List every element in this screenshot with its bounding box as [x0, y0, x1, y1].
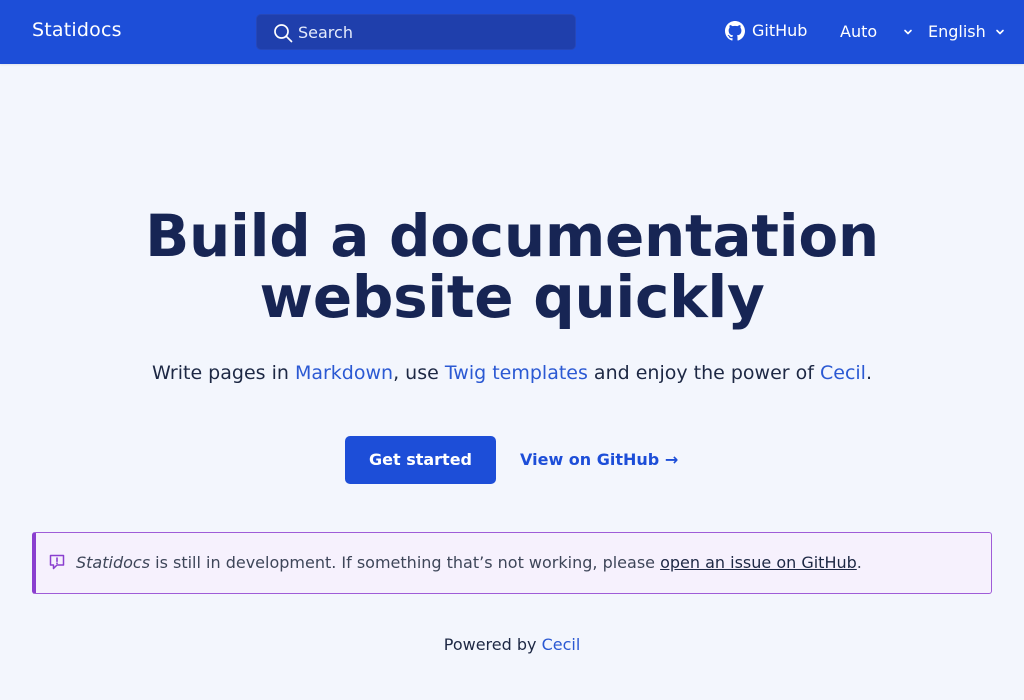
notice-product-name: Statidocs	[76, 553, 151, 572]
markdown-link[interactable]: Markdown	[295, 362, 393, 384]
footer-text: Powered by	[443, 635, 542, 654]
alert-message-icon	[49, 554, 65, 570]
github-icon	[725, 21, 745, 41]
language-select-value: English	[928, 22, 986, 41]
theme-select[interactable]: Auto	[840, 21, 916, 43]
search-input[interactable]	[298, 15, 568, 49]
development-notice: Statidocs is still in development. If so…	[32, 532, 992, 594]
tagline-text: .	[865, 362, 872, 384]
notice-text: Statidocs is still in development. If so…	[76, 553, 862, 572]
hero-tagline: Write pages in Markdown, use Twig templa…	[0, 362, 1024, 384]
tagline-text: , use	[393, 362, 445, 384]
language-select[interactable]: English	[928, 21, 1008, 43]
hero-title-line-2: website quickly	[259, 263, 765, 331]
brand-link[interactable]: Statidocs	[32, 19, 122, 41]
footer-cecil-link[interactable]: Cecil	[542, 635, 581, 654]
cecil-link[interactable]: Cecil	[820, 362, 866, 384]
footer: Powered by Cecil	[0, 635, 1024, 654]
chevron-down-icon	[996, 29, 1004, 35]
get-started-button[interactable]: Get started	[345, 436, 496, 484]
notice-message: is still in development. If something th…	[150, 553, 661, 572]
hero-title-line-1: Build a documentation	[145, 202, 879, 270]
open-issue-link[interactable]: open an issue on GitHub	[660, 553, 857, 572]
search-icon	[274, 24, 293, 43]
top-navbar: Statidocs GitHub Auto English	[0, 0, 1024, 64]
chevron-down-icon	[904, 29, 912, 35]
notice-end: .	[856, 553, 862, 572]
github-nav-label: GitHub	[752, 21, 808, 40]
tagline-text: Write pages in	[151, 362, 295, 384]
search-box[interactable]	[256, 14, 576, 50]
twig-templates-link[interactable]: Twig templates	[445, 362, 588, 384]
theme-select-value: Auto	[840, 22, 878, 41]
view-on-github-link[interactable]: View on GitHub →	[520, 436, 678, 484]
tagline-text: and enjoy the power of	[587, 362, 820, 384]
hero-title: Build a documentation website quickly	[0, 206, 1024, 328]
